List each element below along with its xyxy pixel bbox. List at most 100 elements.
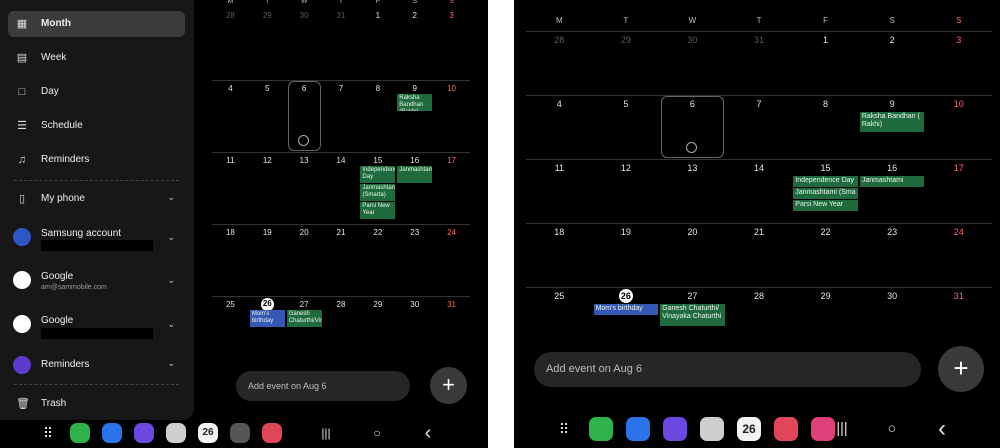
event-chip[interactable]: Raksha Bandhan (Rakhi)	[397, 94, 433, 111]
event-chip[interactable]: Independence Day	[360, 166, 396, 183]
day-cell[interactable]: 29	[593, 35, 660, 45]
day-cell[interactable]: 30	[859, 291, 926, 301]
drawer-account-google-1[interactable]: Google am@sammobile.com ⌄	[8, 267, 185, 297]
day-cell[interactable]: 28	[212, 11, 249, 20]
home-icon[interactable]: ○	[882, 417, 902, 441]
settings-app-icon[interactable]	[230, 423, 250, 443]
recents-icon[interactable]: |||	[832, 417, 852, 441]
event-chip[interactable]: Ganesh Chaturthi/ Vinayaka Chaturthi	[660, 304, 725, 326]
day-cell[interactable]: 22	[792, 227, 859, 237]
chevron-down-icon[interactable]: ⌄	[167, 232, 175, 243]
day-cell[interactable]: 10	[433, 84, 470, 93]
day-cell[interactable]: 31	[925, 291, 992, 301]
day-cell[interactable]: 2	[859, 35, 926, 45]
day-cell[interactable]: 4	[526, 99, 593, 109]
day-cell[interactable]: 27	[659, 291, 726, 301]
day-cell[interactable]: 14	[323, 156, 360, 165]
day-cell[interactable]: 8	[792, 99, 859, 109]
messages-app-icon[interactable]	[626, 417, 650, 441]
app-drawer-icon[interactable]: ⠿	[38, 423, 58, 443]
phone-app-icon[interactable]	[70, 423, 90, 443]
home-icon[interactable]: ○	[367, 423, 387, 443]
app-drawer-icon[interactable]: ⠿	[552, 417, 576, 441]
day-cell[interactable]: 31	[433, 300, 470, 309]
day-cell[interactable]: 30	[659, 35, 726, 45]
drawer-account-samsung[interactable]: Samsung account ⌄	[8, 224, 185, 254]
add-event-bar[interactable]: Add event on Aug 6	[534, 352, 921, 387]
add-event-button[interactable]: +	[938, 346, 984, 392]
day-cell[interactable]: 5	[249, 84, 286, 93]
day-cell[interactable]: 3	[925, 35, 992, 45]
add-event-bar[interactable]: Add event on Aug 6	[236, 371, 410, 401]
day-cell[interactable]: 23	[396, 228, 433, 237]
day-cell[interactable]: 22	[359, 228, 396, 237]
phone-app-icon[interactable]	[589, 417, 613, 441]
drawer-item-month[interactable]: ▦ Month	[8, 11, 185, 37]
day-cell[interactable]: 17	[925, 163, 992, 173]
day-cell[interactable]: 20	[286, 228, 323, 237]
messages-app-icon[interactable]	[102, 423, 122, 443]
day-cell[interactable]: 11	[526, 163, 593, 173]
day-cell[interactable]: 7	[726, 99, 793, 109]
day-cell[interactable]: 5	[593, 99, 660, 109]
drawer-account-my-phone[interactable]: ▯ My phone ⌄	[8, 186, 185, 212]
day-cell[interactable]: 28	[726, 291, 793, 301]
day-cell[interactable]: 4	[212, 84, 249, 93]
drawer-item-day[interactable]: □ Day	[8, 79, 185, 105]
camera-app-icon[interactable]	[166, 423, 186, 443]
store-app-icon[interactable]	[262, 423, 282, 443]
day-cell[interactable]: 19	[249, 228, 286, 237]
day-cell[interactable]: 31	[726, 35, 793, 45]
event-chip[interactable]: Raksha Bandhan ( Rakhi)	[859, 112, 925, 132]
day-cell[interactable]: 13	[659, 163, 726, 173]
day-cell[interactable]: 15	[359, 156, 396, 165]
day-cell[interactable]: 31	[323, 11, 360, 20]
store-app-icon[interactable]	[774, 417, 798, 441]
chevron-down-icon[interactable]: ⌄	[167, 275, 175, 286]
day-cell[interactable]: 18	[526, 227, 593, 237]
day-cell[interactable]: 20	[659, 227, 726, 237]
chevron-down-icon[interactable]: ⌄	[167, 192, 175, 203]
day-cell[interactable]: 15	[792, 163, 859, 173]
drawer-item-week[interactable]: ▤ Week	[8, 45, 185, 71]
add-event-button[interactable]: +	[430, 367, 467, 404]
day-cell[interactable]: 21	[726, 227, 793, 237]
day-cell[interactable]: 29	[249, 11, 286, 20]
event-chip[interactable]: Janmashtami (Smarta)	[360, 184, 396, 201]
event-chip[interactable]: Parsi New Year	[360, 202, 396, 219]
day-cell[interactable]: 16	[859, 163, 926, 173]
day-cell[interactable]: 10	[925, 99, 992, 109]
day-cell[interactable]: 18	[212, 228, 249, 237]
event-chip[interactable]: Janmashtami	[859, 176, 925, 187]
chevron-down-icon[interactable]: ⌄	[167, 319, 175, 330]
day-cell[interactable]: 9	[859, 99, 926, 109]
drawer-account-google-2[interactable]: Google ⌄	[8, 311, 185, 341]
event-chip[interactable]: Janmashtami	[397, 166, 433, 183]
day-cell[interactable]: 12	[593, 163, 660, 173]
internet-app-icon[interactable]	[663, 417, 687, 441]
day-cell[interactable]: 24	[925, 227, 992, 237]
back-icon[interactable]: ‹	[418, 423, 438, 443]
day-cell[interactable]: 8	[359, 84, 396, 93]
day-cell[interactable]: 9	[396, 84, 433, 93]
event-chip[interactable]: Mom's birthday	[593, 304, 659, 315]
day-cell[interactable]: 1	[792, 35, 859, 45]
day-cell[interactable]: 14	[726, 163, 793, 173]
day-cell[interactable]: 24	[433, 228, 470, 237]
drawer-account-reminders[interactable]: Reminders ⌄	[8, 352, 185, 378]
today-day-cell[interactable]: 26	[618, 289, 634, 304]
day-cell[interactable]: 30	[286, 11, 323, 20]
day-cell[interactable]: 1	[359, 11, 396, 20]
chevron-down-icon[interactable]: ⌄	[167, 358, 175, 369]
day-cell[interactable]: 3	[433, 11, 470, 20]
day-cell[interactable]: 16	[396, 156, 433, 165]
drawer-item-reminders[interactable]: ♫ Reminders	[8, 147, 185, 173]
day-cell[interactable]: 30	[396, 300, 433, 309]
day-cell[interactable]: 27	[286, 300, 323, 309]
day-cell[interactable]: 29	[792, 291, 859, 301]
day-cell[interactable]: 19	[593, 227, 660, 237]
event-chip[interactable]: Parsi New Year	[793, 200, 858, 211]
day-cell[interactable]: 28	[526, 35, 593, 45]
back-icon[interactable]: ‹	[932, 417, 952, 441]
drawer-item-trash[interactable]: 🗑 Trash	[8, 391, 185, 417]
